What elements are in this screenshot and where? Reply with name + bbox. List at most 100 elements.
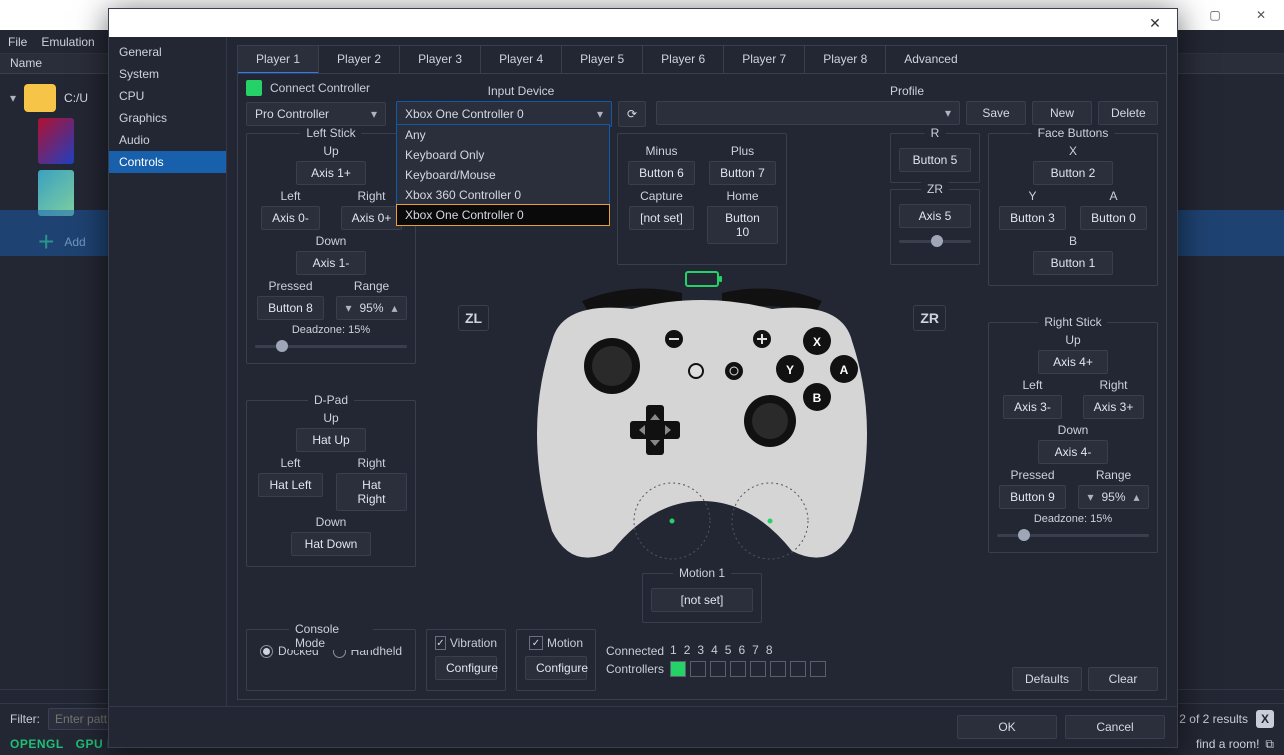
category-general[interactable]: General	[109, 41, 226, 63]
ctrl-led-3[interactable]	[710, 661, 726, 677]
profile-combo[interactable]: ▾	[656, 101, 960, 125]
room-icon[interactable]: ⧉	[1265, 737, 1274, 752]
face-a-button[interactable]: Button 0	[1080, 206, 1147, 230]
category-audio[interactable]: Audio	[109, 129, 226, 151]
rs-up-button[interactable]: Axis 4+	[1038, 350, 1108, 374]
console-mode-group: Console Mode Docked Handheld	[246, 629, 416, 691]
category-graphics[interactable]: Graphics	[109, 107, 226, 129]
face-x-button[interactable]: Button 2	[1033, 161, 1113, 185]
profile-delete-button[interactable]: Delete	[1098, 101, 1158, 125]
category-system[interactable]: System	[109, 63, 226, 85]
category-cpu[interactable]: CPU	[109, 85, 226, 107]
refresh-button[interactable]: ⟳	[618, 101, 646, 127]
tab-player-4[interactable]: Player 4	[481, 46, 562, 73]
chevron-down-icon: ▾	[945, 106, 951, 120]
dropdown-item-xone[interactable]: Xbox One Controller 0	[396, 204, 610, 226]
connected-label: Connected	[606, 644, 664, 658]
ok-button[interactable]: OK	[957, 715, 1057, 739]
dpad-right-button[interactable]: Hat Right	[336, 473, 407, 511]
tab-player-8[interactable]: Player 8	[805, 46, 886, 73]
dialog-close-button[interactable]: ✕	[1133, 9, 1177, 37]
tab-player-1[interactable]: Player 1	[238, 46, 319, 74]
ctrl-led-7[interactable]	[790, 661, 806, 677]
minus-button[interactable]: Button 6	[628, 161, 695, 185]
dpad-up-button[interactable]: Hat Up	[296, 428, 366, 452]
ctrl-led-6[interactable]	[770, 661, 786, 677]
vibration-configure-button[interactable]: Configure	[435, 656, 497, 680]
cancel-button[interactable]: Cancel	[1065, 715, 1165, 739]
dropdown-item-kbmouse[interactable]: Keyboard/Mouse	[397, 165, 609, 185]
plus-button[interactable]: Button 7	[709, 161, 776, 185]
rs-deadzone-slider[interactable]	[997, 528, 1149, 542]
zr-slider[interactable]	[899, 234, 971, 248]
dialog-titlebar: ✕	[109, 9, 1177, 37]
status-room[interactable]: find a room!	[1196, 737, 1259, 751]
window-close-button[interactable]: ✕	[1238, 0, 1284, 30]
dropdown-item-any[interactable]: Any	[397, 125, 609, 145]
ctrl-led-5[interactable]	[750, 661, 766, 677]
dropdown-item-keyboard[interactable]: Keyboard Only	[397, 145, 609, 165]
r-button[interactable]: Button 5	[899, 148, 971, 172]
clear-button[interactable]: Clear	[1088, 667, 1158, 691]
ls-range-combo[interactable]: ▾95%▴	[336, 296, 406, 320]
rs-down-label: Down	[997, 423, 1149, 437]
motion-configure-button[interactable]: Configure	[525, 656, 587, 680]
face-y-button[interactable]: Button 3	[999, 206, 1066, 230]
check-on-icon	[529, 636, 543, 650]
controller-diagram: ZL ZR	[512, 271, 892, 571]
ls-up-label: Up	[255, 144, 407, 158]
svg-text:Y: Y	[786, 363, 794, 377]
face-b-button[interactable]: Button 1	[1033, 251, 1113, 275]
controller-type-value: Pro Controller	[255, 107, 329, 121]
rs-range-combo[interactable]: ▾95%▴	[1078, 485, 1148, 509]
ls-left-button[interactable]: Axis 0-	[261, 206, 320, 230]
capture-button[interactable]: [not set]	[629, 206, 694, 230]
ls-range-label: Range	[354, 279, 389, 293]
controller-type-combo[interactable]: Pro Controller ▾	[246, 102, 386, 126]
rs-title: Right Stick	[1038, 315, 1107, 329]
zr-button[interactable]: Axis 5	[899, 204, 971, 228]
ctrl-led-2[interactable]	[690, 661, 706, 677]
controller-svg: X Y A B	[512, 271, 892, 571]
profile-save-button[interactable]: Save	[966, 101, 1026, 125]
motion-button[interactable]: [not set]	[651, 588, 753, 612]
motion-checkbox[interactable]: Motion	[525, 636, 587, 650]
game-icon-megaman[interactable]	[38, 118, 74, 164]
zr-title: ZR	[921, 182, 949, 196]
ctrl-led-8[interactable]	[810, 661, 826, 677]
battery-icon	[685, 271, 719, 287]
ctrl-led-4[interactable]	[730, 661, 746, 677]
profile-new-button[interactable]: New	[1032, 101, 1092, 125]
ls-right-button[interactable]: Axis 0+	[341, 206, 403, 230]
dpad-down-button[interactable]: Hat Down	[291, 532, 371, 556]
player-tabs: Player 1 Player 2 Player 3 Player 4 Play…	[237, 45, 1167, 73]
rs-right-button[interactable]: Axis 3+	[1083, 395, 1145, 419]
vibration-checkbox[interactable]: Vibration	[435, 636, 497, 650]
defaults-button[interactable]: Defaults	[1012, 667, 1082, 691]
rs-down-button[interactable]: Axis 4-	[1038, 440, 1108, 464]
tab-player-6[interactable]: Player 6	[643, 46, 724, 73]
ls-down-button[interactable]: Axis 1-	[296, 251, 366, 275]
menu-emulation[interactable]: Emulation	[41, 35, 94, 49]
dropdown-item-x360[interactable]: Xbox 360 Controller 0	[397, 185, 609, 205]
window-maximize-button[interactable]: ▢	[1192, 0, 1238, 30]
tab-player-7[interactable]: Player 7	[724, 46, 805, 73]
tab-advanced[interactable]: Advanced	[886, 46, 975, 73]
results-close-button[interactable]: X	[1256, 710, 1274, 728]
rs-range-label: Range	[1096, 468, 1131, 482]
ls-deadzone-slider[interactable]	[255, 339, 407, 353]
tab-player-3[interactable]: Player 3	[400, 46, 481, 73]
ls-pressed-button[interactable]: Button 8	[257, 296, 324, 320]
rs-left-button[interactable]: Axis 3-	[1003, 395, 1062, 419]
ls-up-button[interactable]: Axis 1+	[296, 161, 366, 185]
tab-player-5[interactable]: Player 5	[562, 46, 643, 73]
home-button[interactable]: Button 10	[707, 206, 778, 244]
ctrl-num-7: 7	[752, 643, 759, 657]
tab-player-2[interactable]: Player 2	[319, 46, 400, 73]
category-controls[interactable]: Controls	[109, 151, 226, 173]
input-device-dropdown: Any Keyboard Only Keyboard/Mouse Xbox 36…	[396, 124, 610, 226]
rs-pressed-button[interactable]: Button 9	[999, 485, 1066, 509]
ctrl-led-1[interactable]	[670, 661, 686, 677]
menu-file[interactable]: File	[8, 35, 27, 49]
dpad-left-button[interactable]: Hat Left	[258, 473, 322, 497]
